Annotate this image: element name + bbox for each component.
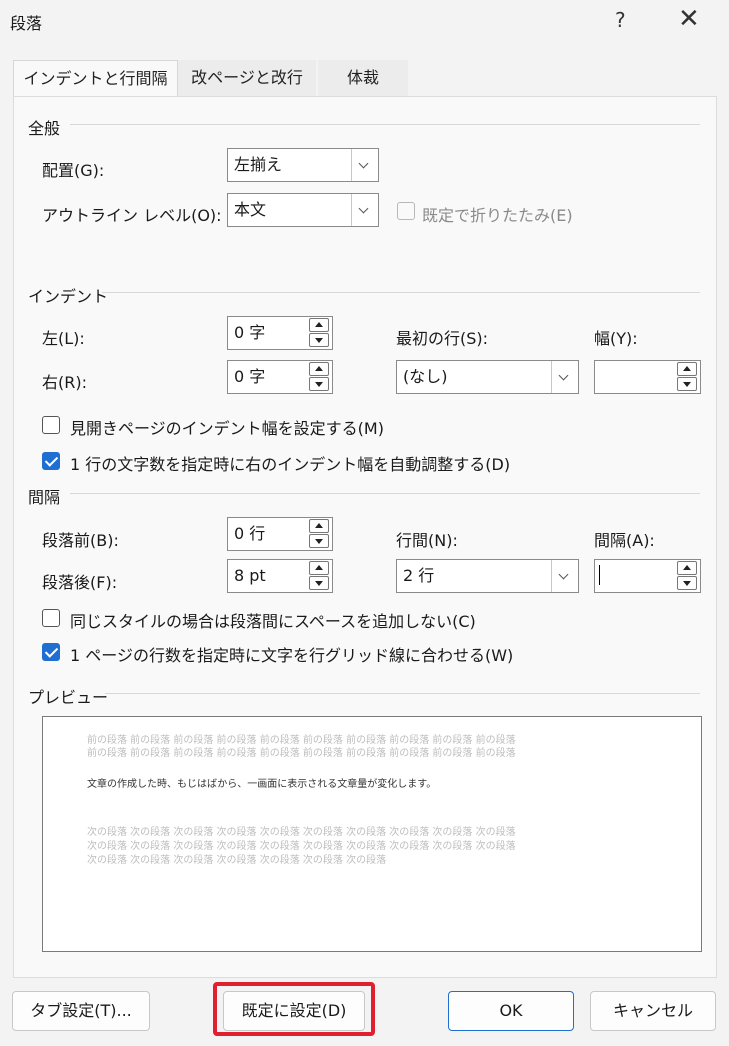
spin-down-icon[interactable]: [309, 576, 329, 590]
alignment-label: 配置(G):: [42, 161, 105, 180]
first-line-label: 最初の行(S):: [396, 329, 489, 348]
spinner-arrows[interactable]: [306, 518, 332, 550]
chevron-down-icon: [551, 361, 578, 393]
spin-up-icon[interactable]: [309, 362, 329, 376]
outline-level-value: 本文: [234, 200, 267, 219]
spin-up-icon[interactable]: [309, 318, 329, 332]
highlight-box: [213, 982, 375, 1036]
spacing-divider: [70, 493, 700, 494]
right-indent-spinner[interactable]: 0 字: [227, 360, 333, 394]
close-button[interactable]: ✕: [678, 4, 700, 34]
preview-prev-paragraph: 前の段落 前の段落 前の段落 前の段落 前の段落 前の段落 前の段落 前の段落 …: [87, 748, 516, 759]
collapse-default-label: 既定で折りたたみ(E): [422, 206, 573, 225]
spin-up-icon[interactable]: [677, 362, 697, 376]
right-indent-value: 0 字: [234, 367, 266, 386]
first-line-value: (なし): [403, 367, 448, 386]
ok-button[interactable]: OK: [448, 991, 574, 1031]
tab-typography[interactable]: 体裁: [318, 60, 408, 96]
preview-section-title: プレビュー: [28, 688, 109, 707]
mirror-indents-checkbox[interactable]: [42, 416, 60, 434]
spin-down-icon[interactable]: [677, 576, 697, 590]
alignment-value: 左揃え: [234, 155, 283, 174]
spacing-section-title: 間隔: [28, 488, 61, 507]
preview-divider: [105, 693, 700, 694]
outline-level-label: アウトライン レベル(O):: [42, 206, 222, 225]
preview-sample-text: 文章の作成した時、もじはばから、一画面に表示される文章量が変化します。: [87, 779, 437, 790]
spinner-arrows[interactable]: [674, 560, 700, 592]
right-indent-label: 右(R):: [42, 373, 87, 392]
help-button[interactable]: ?: [615, 8, 626, 32]
tab-indent-spacing[interactable]: インデントと行間隔: [13, 60, 178, 98]
spinner-arrows[interactable]: [674, 361, 700, 393]
indent-divider: [102, 292, 700, 293]
preview-next-paragraph: 次の段落 次の段落 次の段落 次の段落 次の段落 次の段落 次の段落 次の段落 …: [87, 827, 516, 838]
left-indent-value: 0 字: [234, 323, 266, 342]
space-before-spinner[interactable]: 0 行: [227, 517, 333, 551]
line-spacing-label: 行間(N):: [396, 531, 458, 550]
indent-width-spinner[interactable]: [594, 360, 701, 394]
general-divider: [70, 124, 700, 125]
dialog-title: 段落: [10, 14, 43, 33]
auto-adjust-checkbox[interactable]: [42, 452, 60, 470]
snap-to-grid-checkbox[interactable]: [42, 643, 60, 661]
preview-next-paragraph: 次の段落 次の段落 次の段落 次の段落 次の段落 次の段落 次の段落: [87, 855, 387, 866]
spin-down-icon[interactable]: [309, 534, 329, 548]
collapse-default-checkbox[interactable]: [397, 202, 415, 220]
spin-up-icon[interactable]: [309, 561, 329, 575]
mirror-indents-label: 見開きページのインデント幅を設定する(M): [70, 419, 384, 438]
cancel-button[interactable]: キャンセル: [590, 991, 716, 1031]
no-space-same-style-checkbox[interactable]: [42, 609, 60, 627]
chevron-down-icon: [351, 149, 378, 181]
spin-up-icon[interactable]: [677, 561, 697, 575]
text-cursor: [599, 565, 600, 585]
line-spacing-dropdown[interactable]: 2 行: [396, 559, 579, 593]
no-space-same-style-label: 同じスタイルの場合は段落間にスペースを追加しない(C): [70, 612, 476, 631]
tab-line-page-breaks[interactable]: 改ページと改行: [178, 60, 316, 96]
tabs-button[interactable]: タブ設定(T)...: [12, 991, 150, 1031]
snap-to-grid-label: 1 ページの行数を指定時に文字を行グリッド線に合わせる(W): [70, 646, 514, 665]
space-after-label: 段落後(F):: [42, 573, 118, 592]
space-after-spinner[interactable]: 8 pt: [227, 559, 333, 593]
spacing-at-label: 間隔(A):: [594, 531, 655, 550]
indent-section-title: インデント: [28, 287, 109, 306]
alignment-dropdown[interactable]: 左揃え: [227, 148, 379, 182]
preview-next-paragraph: 次の段落 次の段落 次の段落 次の段落 次の段落 次の段落 次の段落 次の段落 …: [87, 841, 516, 852]
preview-pane: 前の段落 前の段落 前の段落 前の段落 前の段落 前の段落 前の段落 前の段落 …: [42, 716, 702, 952]
spinner-arrows[interactable]: [306, 361, 332, 393]
left-indent-spinner[interactable]: 0 字: [227, 316, 333, 350]
space-after-value: 8 pt: [234, 566, 266, 585]
general-section-title: 全般: [28, 119, 61, 138]
space-before-label: 段落前(B):: [42, 531, 119, 550]
spin-down-icon[interactable]: [309, 377, 329, 391]
spacing-at-spinner[interactable]: [594, 559, 701, 593]
spinner-arrows[interactable]: [306, 317, 332, 349]
chevron-down-icon: [351, 194, 378, 226]
space-before-value: 0 行: [234, 524, 266, 543]
first-line-dropdown[interactable]: (なし): [396, 360, 579, 394]
line-spacing-value: 2 行: [403, 566, 435, 585]
chevron-down-icon: [551, 560, 578, 592]
spin-up-icon[interactable]: [309, 519, 329, 533]
spinner-arrows[interactable]: [306, 560, 332, 592]
spin-down-icon[interactable]: [309, 333, 329, 347]
left-indent-label: 左(L):: [42, 329, 85, 348]
spin-down-icon[interactable]: [677, 377, 697, 391]
indent-width-label: 幅(Y):: [594, 329, 638, 348]
outline-level-dropdown[interactable]: 本文: [227, 193, 379, 227]
auto-adjust-label: 1 行の文字数を指定時に右のインデント幅を自動調整する(D): [70, 455, 511, 474]
